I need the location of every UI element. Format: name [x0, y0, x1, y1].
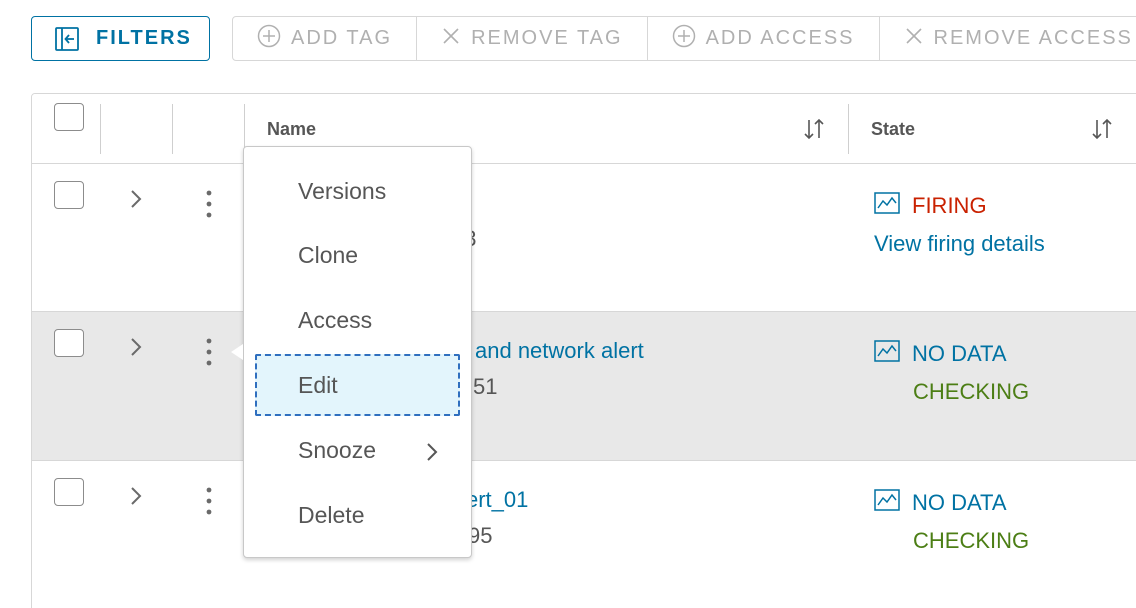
- sort-icon[interactable]: [1092, 118, 1112, 145]
- chevron-right-icon[interactable]: [129, 486, 143, 511]
- plus-circle-icon: [257, 24, 281, 54]
- chevron-right-icon: [425, 441, 439, 468]
- chevron-right-icon[interactable]: [129, 337, 143, 362]
- add-tag-label: ADD TAG: [291, 27, 393, 49]
- filters-label: FILTERS: [96, 27, 192, 49]
- add-access-label: ADD ACCESS: [705, 27, 855, 49]
- menu-item-label: Edit: [298, 371, 338, 398]
- table-row[interactable]: 93 FIRING View firing details: [32, 164, 1136, 312]
- alert-name-link[interactable]: ert_01: [466, 487, 528, 513]
- state-indicator: NO DATA: [874, 340, 1007, 368]
- menu-item-versions[interactable]: Versions: [244, 162, 471, 220]
- filters-button[interactable]: FILTERS: [31, 16, 210, 61]
- menu-item-label: Delete: [298, 501, 365, 528]
- kebab-icon[interactable]: [206, 190, 212, 223]
- column-separator: [100, 104, 101, 154]
- menu-pointer: [231, 344, 243, 360]
- grid-header: Name State: [32, 94, 1136, 164]
- chart-line-icon: [874, 192, 900, 220]
- sort-icon[interactable]: [804, 118, 824, 145]
- state-label: NO DATA: [912, 341, 1007, 366]
- chevron-right-icon[interactable]: [129, 189, 143, 214]
- chart-line-icon: [874, 340, 900, 368]
- kebab-icon[interactable]: [206, 338, 212, 371]
- alerts-datagrid: Name State 93: [31, 93, 1136, 608]
- remove-access-button[interactable]: REMOVE ACCESS: [880, 17, 1136, 60]
- state-label: NO DATA: [912, 490, 1007, 515]
- menu-item-label: Versions: [298, 177, 387, 204]
- remove-access-label: REMOVE ACCESS: [933, 27, 1133, 49]
- column-separator: [848, 104, 849, 154]
- add-tag-button[interactable]: ADD TAG: [233, 17, 418, 60]
- column-header-name[interactable]: Name: [267, 119, 316, 140]
- menu-item-snooze[interactable]: Snooze: [244, 421, 471, 479]
- checking-status: CHECKING: [913, 528, 1030, 553]
- state-indicator: NO DATA: [874, 489, 1007, 517]
- x-icon: [904, 26, 924, 52]
- menu-item-label: Access: [298, 306, 373, 333]
- row-actions-menu: Versions Clone Access Edit Snooze Delete: [243, 146, 472, 558]
- collapse-left-icon: [54, 26, 80, 52]
- table-row[interactable]: ert_01 95 NO DATA CHECKING: [32, 461, 1136, 608]
- menu-item-access[interactable]: Access: [244, 291, 471, 349]
- checking-status: CHECKING: [913, 379, 1030, 404]
- menu-item-delete[interactable]: Delete: [244, 486, 471, 544]
- alert-name-link[interactable]: and network alert: [475, 338, 644, 364]
- menu-item-clone[interactable]: Clone: [244, 226, 471, 284]
- plus-circle-icon: [672, 24, 696, 54]
- batch-action-group: ADD TAG REMOVE TAG ADD ACCESS REMOVE ACC…: [232, 16, 1136, 61]
- remove-tag-label: REMOVE TAG: [471, 27, 623, 49]
- table-row[interactable]: and network alert 51 NO DATA CHECKING: [32, 312, 1136, 461]
- row-checkbox[interactable]: [54, 478, 84, 506]
- select-all-checkbox[interactable]: [54, 103, 84, 131]
- column-separator: [172, 104, 173, 154]
- menu-item-label: Snooze: [298, 436, 377, 463]
- state-label: FIRING: [912, 193, 987, 218]
- menu-item-edit[interactable]: Edit: [255, 354, 460, 416]
- column-header-state[interactable]: State: [871, 119, 915, 140]
- alert-id: 51: [473, 374, 498, 399]
- add-access-button[interactable]: ADD ACCESS: [648, 17, 880, 60]
- state-indicator: FIRING: [874, 192, 987, 220]
- row-checkbox[interactable]: [54, 181, 84, 209]
- menu-item-label: Clone: [298, 241, 359, 268]
- x-icon: [441, 26, 461, 52]
- row-checkbox[interactable]: [54, 329, 84, 357]
- remove-tag-button[interactable]: REMOVE TAG: [417, 17, 648, 60]
- kebab-icon[interactable]: [206, 487, 212, 520]
- chart-line-icon: [874, 489, 900, 517]
- view-firing-details-link[interactable]: View firing details: [874, 231, 1045, 257]
